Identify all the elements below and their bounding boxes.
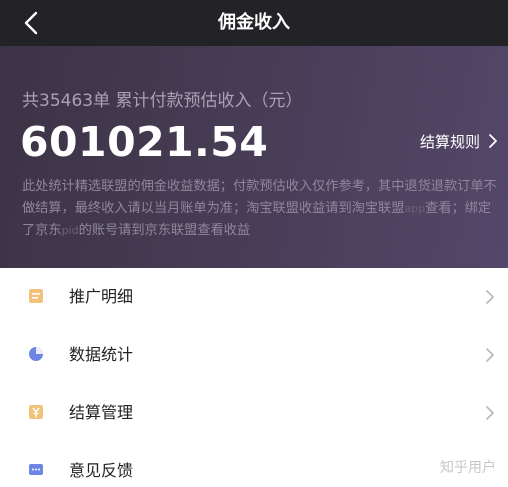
total-amount: 601021.54 bbox=[20, 118, 269, 166]
settlement-rules-label: 结算规则 bbox=[419, 132, 480, 151]
watermark: 知乎用户 bbox=[440, 460, 496, 476]
menu-item-label: 结算管理 bbox=[69, 403, 134, 422]
note-watermark-pid: pid bbox=[61, 224, 79, 237]
menu-item-label: 推广明细 bbox=[69, 287, 134, 306]
menu-item-settlement-management[interactable]: 结算管理 bbox=[0, 384, 508, 442]
chevron-right-icon bbox=[486, 406, 494, 420]
commission-note: 此处统计精选联盟的佣金收益数据；付款预估收入仅作参考，其中退货退款订单不做结算，… bbox=[22, 176, 500, 242]
page-title: 佣金收入 bbox=[218, 12, 290, 33]
menu-item-label: 意见反馈 bbox=[69, 461, 134, 480]
document-icon bbox=[29, 289, 43, 303]
menu-item-promotion-details[interactable]: 推广明细 bbox=[0, 268, 508, 326]
chat-icon bbox=[29, 464, 43, 475]
commission-summary-card: 共35463单 累计付款预估收入（元） 601021.54 结算规则 此处统计精… bbox=[0, 46, 508, 268]
menu-list: 推广明细 数据统计 结算管理 意见反馈 bbox=[0, 268, 508, 487]
note-watermark-app: app bbox=[404, 202, 426, 215]
note-text-3: 的账号请到京东联盟查看收益 bbox=[78, 223, 251, 238]
chevron-right-icon bbox=[486, 348, 494, 362]
menu-item-data-statistics[interactable]: 数据统计 bbox=[0, 326, 508, 384]
settlement-rules-link[interactable]: 结算规则 bbox=[420, 130, 498, 152]
menu-item-label: 数据统计 bbox=[69, 345, 134, 364]
pie-chart-icon bbox=[29, 347, 43, 361]
chevron-right-icon bbox=[489, 134, 497, 148]
menu-item-feedback[interactable]: 意见反馈 bbox=[0, 442, 508, 487]
order-summary: 共35463单 累计付款预估收入（元） bbox=[22, 91, 303, 111]
yen-icon bbox=[29, 405, 43, 419]
nav-bar: 佣金收入 bbox=[0, 0, 508, 46]
chevron-right-icon bbox=[486, 290, 494, 304]
